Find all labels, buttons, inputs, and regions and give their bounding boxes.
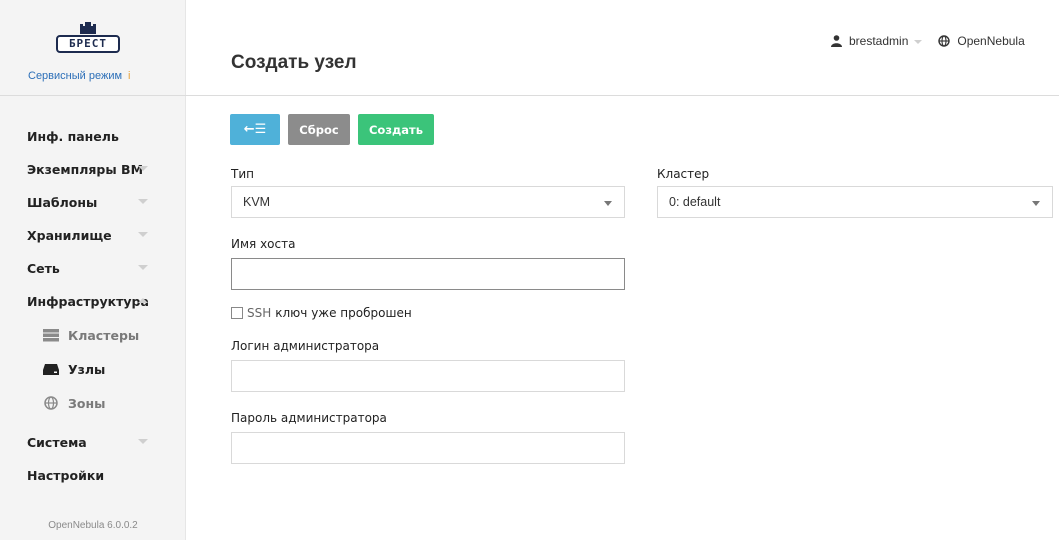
- sidebar-item-network[interactable]: Сеть: [0, 252, 186, 285]
- brest-logo[interactable]: БРЕСТ: [52, 22, 124, 66]
- logo-plate: БРЕСТ: [56, 35, 120, 53]
- sidebar-item-label: Хранилище: [27, 228, 112, 243]
- main-content: ←☰ Сброс Создать Тип KVM Кластер 0: defa…: [186, 97, 1059, 540]
- type-label: Тип: [231, 167, 254, 181]
- sidebar-item-label: Инф. панель: [27, 129, 119, 144]
- info-icon[interactable]: i: [128, 70, 130, 82]
- server-stack-icon: [43, 329, 59, 342]
- user-icon: [831, 35, 842, 47]
- sidebar-item-infrastructure[interactable]: Инфраструктура: [0, 285, 186, 318]
- service-mode-text: Сервисный режим: [28, 70, 123, 82]
- sidebar-item-label: Система: [27, 435, 87, 450]
- sidebar-subitem-zones[interactable]: Зоны: [0, 386, 186, 420]
- ssh-label-prefix: SSH: [247, 306, 272, 320]
- cluster-select[interactable]: 0: default: [657, 186, 1053, 218]
- sidebar-subitem-hosts[interactable]: Узлы: [0, 352, 186, 386]
- chevron-down-icon: [138, 199, 148, 204]
- sidebar-nav: Инф. панель Экземпляры ВМ Шаблоны Хранил…: [0, 120, 186, 492]
- chevron-down-icon: [138, 439, 148, 444]
- header: Создать узел brestadmin OpenNebula: [186, 0, 1059, 96]
- sidebar-subitem-label: Кластеры: [68, 327, 140, 343]
- admin-password-input[interactable]: [231, 432, 625, 464]
- sidebar-item-label: Шаблоны: [27, 195, 98, 210]
- sidebar-item-label: Настройки: [27, 468, 105, 483]
- chevron-down-icon: [604, 201, 612, 206]
- page-title: Создать узел: [231, 52, 357, 73]
- cluster-select-value: 0: default: [669, 195, 721, 209]
- sidebar-item-vms[interactable]: Экземпляры ВМ: [0, 153, 186, 186]
- sidebar: БРЕСТ Сервисный режим i Инф. панель Экзем…: [0, 0, 186, 540]
- type-select-value: KVM: [243, 195, 271, 209]
- sidebar-subitem-clusters[interactable]: Кластеры: [0, 318, 186, 352]
- user-menu: brestadmin OpenNebula: [831, 34, 1025, 48]
- service-mode-label[interactable]: Сервисный режим i: [28, 70, 130, 82]
- admin-login-input[interactable]: [231, 360, 625, 392]
- sidebar-subitem-label: Зоны: [68, 395, 106, 411]
- reset-button[interactable]: Сброс: [288, 114, 350, 145]
- sidebar-item-settings[interactable]: Настройки: [0, 459, 186, 492]
- sidebar-item-label: Инфраструктура: [27, 294, 149, 309]
- sidebar-item-templates[interactable]: Шаблоны: [0, 186, 186, 219]
- chevron-down-icon: [1032, 201, 1040, 206]
- type-select[interactable]: KVM: [231, 186, 625, 218]
- host-drive-icon: [43, 364, 59, 375]
- admin-login-label: Логин администратора: [231, 339, 380, 353]
- zone-dropdown[interactable]: OpenNebula: [957, 34, 1024, 48]
- hostname-input[interactable]: [231, 258, 625, 290]
- fortress-icon: [80, 22, 96, 34]
- sidebar-item-system[interactable]: Система: [0, 426, 186, 459]
- back-to-list-button[interactable]: ←☰: [230, 114, 280, 145]
- logo-block: БРЕСТ Сервисный режим i: [0, 0, 186, 96]
- ssh-label-text: ключ уже проброшен: [275, 306, 412, 320]
- chevron-down-icon: [138, 166, 148, 171]
- create-button[interactable]: Создать: [358, 114, 434, 145]
- chevron-down-icon: [138, 265, 148, 270]
- cluster-label: Кластер: [657, 167, 710, 181]
- chevron-down-icon[interactable]: [914, 40, 923, 44]
- username-dropdown[interactable]: brestadmin: [849, 34, 908, 48]
- sidebar-subitem-label: Узлы: [68, 361, 106, 377]
- chevron-down-icon: [138, 232, 148, 237]
- hostname-label: Имя хоста: [231, 237, 296, 251]
- sidebar-item-dashboard[interactable]: Инф. панель: [0, 120, 186, 153]
- ssh-key-checkbox[interactable]: [231, 307, 243, 319]
- globe-icon: [44, 396, 58, 410]
- sidebar-item-storage[interactable]: Хранилище: [0, 219, 186, 252]
- sidebar-item-label: Экземпляры ВМ: [27, 162, 144, 177]
- chevron-up-icon: [138, 298, 148, 303]
- admin-password-label: Пароль администратора: [231, 411, 387, 425]
- ssh-key-checkbox-row[interactable]: SSH ключ уже проброшен: [231, 306, 412, 320]
- sidebar-item-label: Сеть: [27, 261, 60, 276]
- version-label: OpenNebula 6.0.0.2: [48, 520, 138, 531]
- globe-icon: [938, 35, 951, 47]
